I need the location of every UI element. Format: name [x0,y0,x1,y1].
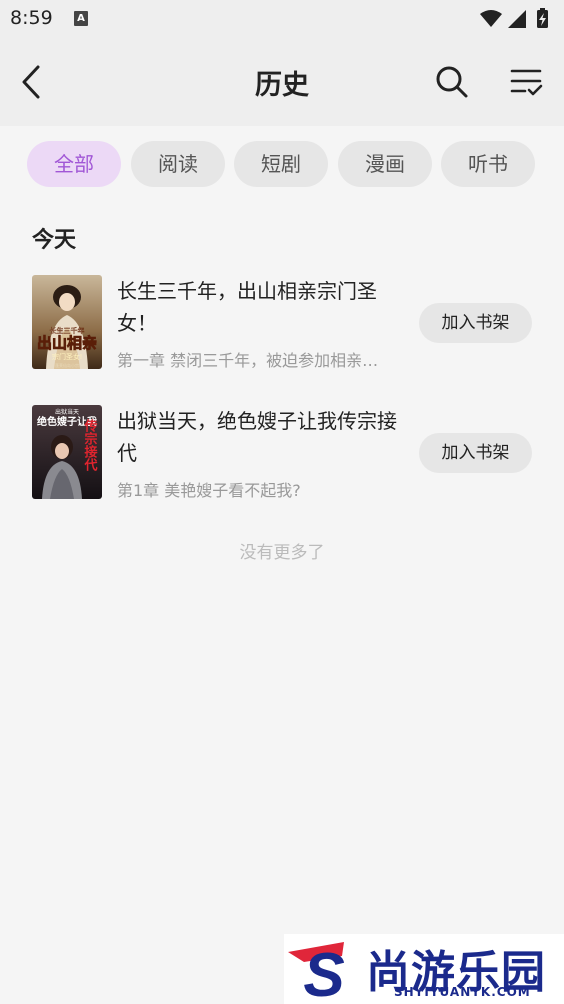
tab-comics[interactable]: 漫画 [338,141,432,187]
page-title: 历史 [255,70,309,101]
book-title[interactable]: 出狱当天，绝色嫂子让我传宗接代 [117,405,407,469]
wifi-icon [480,10,502,27]
book-cover-art: 出狱当天 绝色嫂子让我 传宗接代 [32,405,102,499]
book-chapter: 第一章 禁闭三千年，被迫参加相亲… [117,351,379,370]
add-to-shelf-button[interactable]: 加入书架 [419,433,532,473]
tab-short-drama[interactable]: 短剧 [234,141,328,187]
list-check-icon [510,69,543,96]
book-title[interactable]: 长生三千年，出山相亲宗门圣女！ [117,275,407,339]
tab-audiobooks[interactable]: 听书 [441,141,535,187]
watermark-logo-letter: S [303,941,344,1004]
book-cover[interactable]: 长生三千年 出山相亲 宗门圣女! 蓬莱仙岛小宗 [32,275,102,369]
nav-bar: 历史 [0,38,564,126]
history-list-item[interactable]: 长生三千年 出山相亲 宗门圣女! 蓬莱仙岛小宗 长生三千年，出山相亲宗门圣女！ … [0,275,564,375]
no-more-text: 没有更多了 [239,543,325,563]
signal-icon [508,10,526,28]
battery-icon [537,8,548,28]
tab-all[interactable]: 全部 [27,141,121,187]
add-to-shelf-button[interactable]: 加入书架 [419,303,532,343]
cover-top-text: 出狱当天 [55,408,79,416]
cover-red-text: 传宗接代 [83,418,99,472]
watermark-logo-icon: S [288,941,345,1004]
status-bar: 8:59 A [0,0,564,38]
search-icon [436,66,468,98]
manage-list-button[interactable] [506,62,546,102]
notification-icon: A [74,11,88,26]
cover-bottom-text: 宗门圣女! [52,352,82,361]
cover-top-text: 长生三千年 [50,326,85,335]
cover-author-text: 蓬莱仙岛小宗 [55,362,79,368]
search-button[interactable] [432,62,472,102]
history-list-item[interactable]: 出狱当天 绝色嫂子让我 传宗接代 出狱当天，绝色嫂子让我传宗接代 第1章 美艳嫂… [0,405,564,505]
status-icons [480,8,548,28]
cover-main-text: 出山相亲 [37,334,97,352]
status-time: 8:59 [10,7,53,29]
book-chapter: 第1章 美艳嫂子看不起我? [117,481,301,500]
section-title-today: 今天 [32,228,77,253]
watermark-text-en: SHYIYUANYK.COM [394,985,531,999]
book-cover[interactable]: 出狱当天 绝色嫂子让我 传宗接代 [32,405,102,499]
site-watermark: S 尚游乐园 SHYIYUANYK.COM [284,934,564,1004]
book-cover-art: 长生三千年 出山相亲 宗门圣女! 蓬莱仙岛小宗 [32,275,102,369]
category-tabs: 全部 阅读 短剧 漫画 听书 [27,141,547,189]
tab-read[interactable]: 阅读 [131,141,225,187]
